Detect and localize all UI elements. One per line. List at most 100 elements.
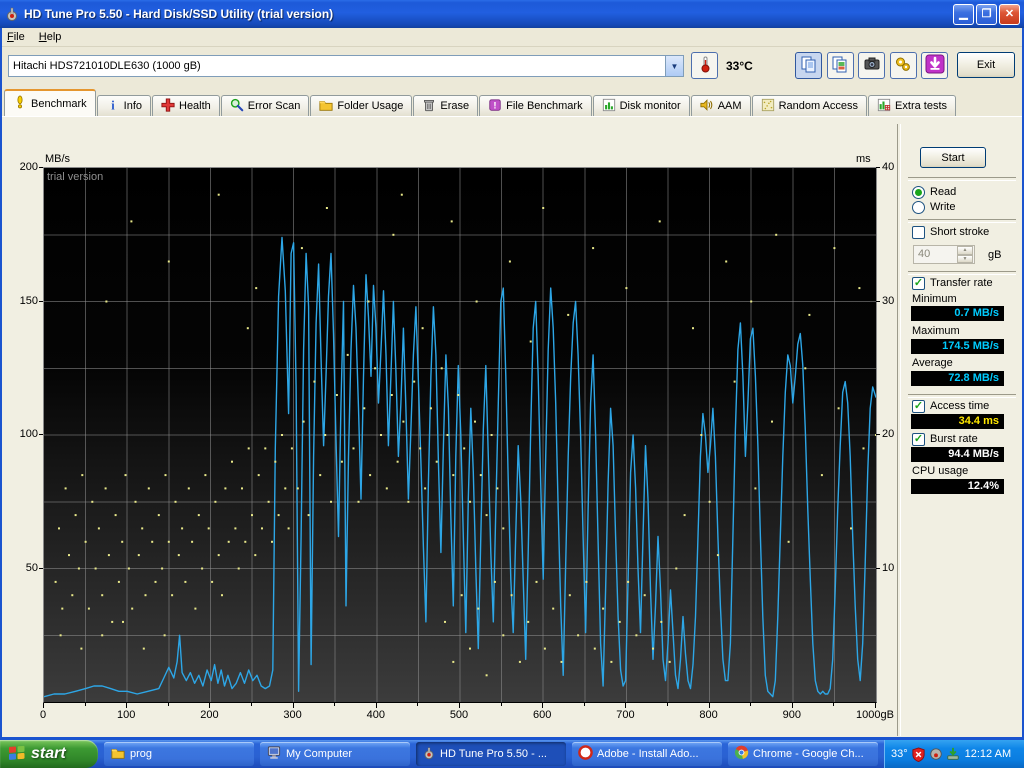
taskbar-item-my-computer[interactable]: My Computer bbox=[260, 742, 410, 766]
minimum-label: Minimum bbox=[912, 293, 957, 305]
close-button[interactable]: ✕ bbox=[999, 4, 1020, 25]
tick bbox=[875, 703, 876, 708]
clock: 12:12 AM bbox=[964, 748, 1012, 760]
gears-icon bbox=[894, 55, 912, 76]
exit-button[interactable]: Exit bbox=[957, 52, 1015, 78]
copy-text-button[interactable] bbox=[795, 52, 822, 79]
tick bbox=[708, 703, 710, 708]
short-stroke-checkbox[interactable] bbox=[912, 226, 925, 239]
tick bbox=[126, 703, 128, 708]
tick bbox=[39, 434, 43, 435]
read-radio[interactable] bbox=[912, 186, 925, 199]
short-stroke-stepper[interactable]: ▲ ▼ bbox=[957, 246, 973, 263]
tab-label: Info bbox=[123, 100, 142, 112]
tick bbox=[84, 703, 86, 706]
system-tray: 33° 12:12 AM bbox=[884, 740, 1024, 768]
tab-folder-usage[interactable]: Folder Usage bbox=[310, 95, 413, 116]
speaker-icon bbox=[700, 98, 714, 115]
tick bbox=[375, 703, 377, 708]
tab-file-benchmark[interactable]: ! File Benchmark bbox=[479, 95, 592, 116]
options-button[interactable] bbox=[889, 52, 917, 79]
opera-icon bbox=[578, 745, 593, 763]
transfer-rate-checkbox[interactable]: ✓ bbox=[912, 277, 925, 290]
drive-selector[interactable]: Hitachi HDS721010DLE630 (1000 gB) ▼ bbox=[8, 55, 684, 77]
tab-aam[interactable]: AAM bbox=[690, 95, 751, 116]
windows-flag-icon bbox=[8, 744, 26, 765]
burst-rate-label[interactable]: Burst rate bbox=[930, 433, 978, 445]
taskbar-item-hd-tune-pro-5-50[interactable]: HD Tune Pro 5.50 - ... bbox=[416, 742, 566, 766]
tab-bar: Benchmark i Info Health Error Scan Folder Usa… bbox=[0, 89, 1024, 116]
temperature-reading: 33°C bbox=[726, 59, 753, 73]
burst-rate-checkbox[interactable]: ✓ bbox=[912, 433, 925, 446]
right-axis-tick: 20 bbox=[882, 428, 895, 440]
transfer-rate-label[interactable]: Transfer rate bbox=[930, 277, 993, 289]
disk-monitor-icon bbox=[602, 98, 616, 115]
tick bbox=[251, 703, 252, 706]
taskbar-item-adobe-install-ado[interactable]: Adobe - Install Ado... bbox=[572, 742, 722, 766]
tab-erase[interactable]: Erase bbox=[413, 95, 479, 116]
file-benchmark-icon: ! bbox=[488, 98, 502, 115]
access-time-checkbox[interactable]: ✓ bbox=[912, 400, 925, 413]
tick bbox=[876, 567, 880, 569]
start-button[interactable]: start bbox=[0, 740, 98, 768]
x-axis-tick: 1000gB bbox=[856, 709, 894, 721]
tab-health[interactable]: Health bbox=[152, 95, 220, 116]
separator bbox=[908, 177, 1016, 181]
tab-label: File Benchmark bbox=[506, 100, 583, 112]
copy-image-button[interactable] bbox=[826, 52, 854, 79]
tick bbox=[876, 434, 880, 435]
camera-icon bbox=[863, 55, 881, 76]
minimum-value: 0.7 MB/s bbox=[911, 306, 1004, 321]
temperature-button[interactable] bbox=[691, 52, 718, 79]
folder-icon bbox=[319, 98, 333, 115]
tick bbox=[167, 703, 169, 706]
app-icon bbox=[4, 6, 20, 22]
drive-selector-value: Hitachi HDS721010DLE630 (1000 gB) bbox=[13, 60, 201, 72]
window-title: HD Tune Pro 5.50 - Hard Disk/SSD Utility… bbox=[24, 7, 334, 21]
write-label[interactable]: Write bbox=[930, 201, 955, 213]
benchmark-icon bbox=[13, 95, 27, 112]
restore-button[interactable]: ❐ bbox=[976, 4, 997, 25]
tab-error-scan[interactable]: Error Scan bbox=[220, 95, 310, 116]
tab-benchmark[interactable]: Benchmark bbox=[4, 89, 96, 116]
tick bbox=[625, 703, 627, 708]
chevron-down-icon[interactable]: ▼ bbox=[665, 56, 683, 76]
x-axis-tick: 400 bbox=[366, 709, 385, 721]
x-axis-tick: 100 bbox=[117, 709, 136, 721]
erase-icon bbox=[422, 98, 436, 115]
tab-disk-monitor[interactable]: Disk monitor bbox=[592, 95, 690, 116]
tab-random-access[interactable]: Random Access bbox=[751, 95, 868, 116]
x-axis-tick: 200 bbox=[200, 709, 219, 721]
tick bbox=[750, 703, 752, 706]
write-radio[interactable] bbox=[912, 201, 925, 214]
tab-label: Erase bbox=[440, 100, 470, 112]
tray-temperature: 33° bbox=[891, 748, 908, 760]
taskbar-item-chrome-google-ch[interactable]: Chrome - Google Ch... bbox=[728, 742, 878, 766]
tab-label: Error Scan bbox=[247, 100, 301, 112]
read-label[interactable]: Read bbox=[930, 186, 956, 198]
separator bbox=[908, 394, 1016, 398]
taskbar-item-prog[interactable]: prog bbox=[104, 742, 254, 766]
access-time-label[interactable]: Access time bbox=[930, 400, 989, 412]
menu-help[interactable]: Help bbox=[32, 30, 69, 44]
right-axis-tick: 40 bbox=[882, 161, 895, 173]
short-stroke-label[interactable]: Short stroke bbox=[930, 226, 989, 238]
cpu-usage-label: CPU usage bbox=[912, 465, 969, 477]
start-benchmark-button[interactable]: Start bbox=[920, 147, 986, 168]
left-axis-tick: 150 bbox=[19, 294, 38, 307]
minimize-button[interactable]: ▁ bbox=[953, 4, 974, 25]
menu-file[interactable]: File bbox=[0, 30, 32, 44]
tick bbox=[417, 703, 419, 706]
screenshot-button[interactable] bbox=[858, 52, 885, 79]
tab-info[interactable]: i Info bbox=[96, 95, 151, 116]
tab-extra-tests[interactable]: Extra tests bbox=[868, 95, 957, 116]
tab-label: Extra tests bbox=[895, 100, 948, 112]
toolbar: Hitachi HDS721010DLE630 (1000 gB) ▼ 33°C… bbox=[0, 47, 1024, 90]
benchmark-chart bbox=[43, 167, 877, 703]
tick bbox=[791, 703, 793, 708]
tick bbox=[667, 703, 668, 706]
tick bbox=[292, 703, 294, 708]
tick bbox=[876, 300, 880, 302]
x-axis-tick: 800 bbox=[699, 709, 718, 721]
update-button[interactable] bbox=[921, 52, 948, 79]
